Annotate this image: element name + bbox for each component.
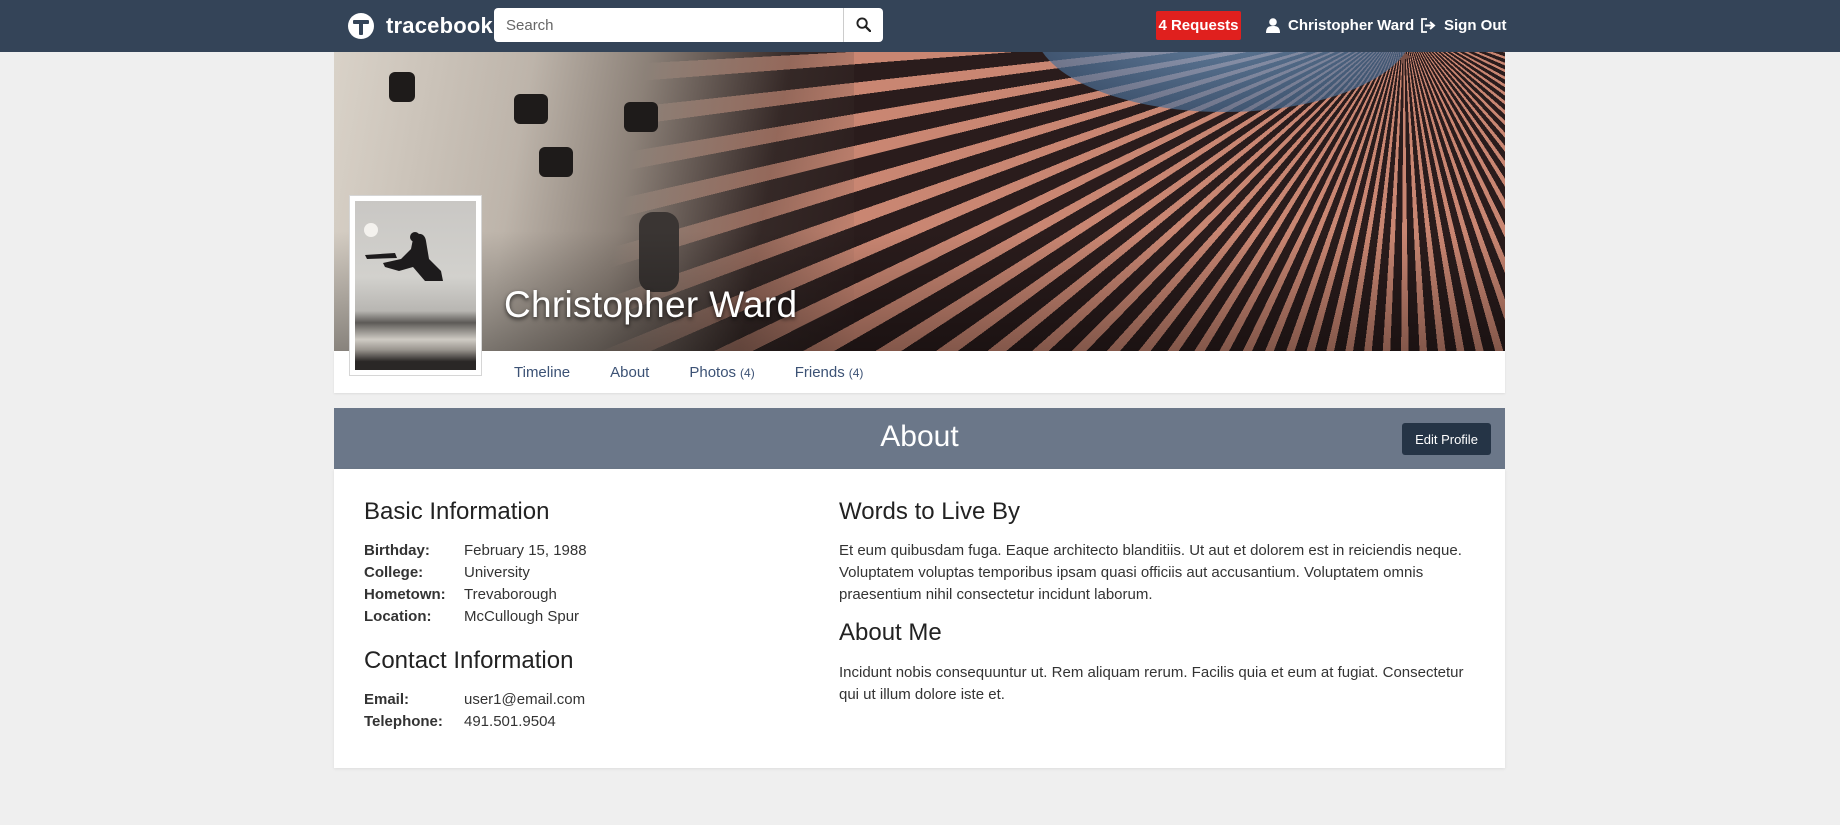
tab-label: Timeline — [514, 363, 571, 381]
brand-name: tracebook — [386, 13, 493, 38]
info-value: Trevaborough — [464, 586, 557, 603]
tab-label: About — [610, 363, 650, 381]
edit-profile-button[interactable]: Edit Profile — [1402, 423, 1491, 455]
search-button[interactable] — [843, 8, 883, 42]
about-me-text: Incidunt nobis consequuntur ut. Rem aliq… — [839, 664, 1464, 703]
info-value: February 15, 1988 — [464, 542, 587, 559]
about-panel-header: About Edit Profile — [334, 408, 1505, 469]
sign-out-label: Sign Out — [1444, 16, 1507, 34]
sign-out-icon — [1421, 17, 1436, 33]
contact-info-heading: Contact Information — [364, 647, 574, 674]
tab-label: Photos — [689, 363, 737, 381]
info-label: College: — [364, 564, 424, 581]
info-value: University — [464, 564, 530, 581]
tab-count: (4) — [848, 365, 864, 380]
sign-out-link[interactable]: Sign Out — [1420, 12, 1507, 38]
words-text: Et eum quibusdam fuga. Eaque architecto … — [839, 542, 1462, 603]
tab-label: Friends — [794, 363, 845, 381]
search-input[interactable] — [494, 8, 843, 42]
current-user-link[interactable]: Christopher Ward — [1266, 12, 1414, 38]
info-label: Location: — [364, 608, 432, 625]
tab-friends[interactable]: Friends (4) — [795, 364, 864, 381]
info-value: 491.501.9504 — [464, 713, 556, 730]
tracebook-logo-icon — [348, 13, 374, 39]
about-panel-body: Basic Information Birthday: February 15,… — [334, 469, 1505, 768]
profile-avatar[interactable] — [349, 195, 482, 376]
info-label: Telephone: — [364, 713, 443, 730]
brand-link[interactable]: tracebook — [348, 10, 493, 42]
search-form — [494, 8, 883, 42]
profile-tabs: Timeline About Photos (4) Friends (4) — [514, 351, 903, 393]
words-heading: Words to Live By — [839, 498, 1020, 525]
about-me-heading: About Me — [839, 619, 942, 646]
info-value: user1@email.com — [464, 691, 586, 708]
top-navbar: tracebook 4 Requests Christopher Ward Si… — [0, 0, 1840, 52]
basic-info-heading: Basic Information — [364, 498, 550, 525]
profile-name: Christopher Ward — [504, 284, 798, 325]
current-user-name: Christopher Ward — [1288, 16, 1415, 34]
friend-requests-badge[interactable]: 4 Requests — [1156, 11, 1241, 40]
about-title: About — [880, 420, 959, 453]
profile-nav-bar — [334, 351, 1505, 393]
tab-timeline[interactable]: Timeline — [514, 364, 570, 381]
tab-about[interactable]: About — [610, 364, 649, 381]
tab-photos[interactable]: Photos (4) — [689, 364, 754, 381]
info-label: Birthday: — [364, 542, 430, 559]
user-icon — [1266, 17, 1280, 33]
info-value: McCullough Spur — [464, 608, 580, 625]
info-label: Hometown: — [364, 586, 446, 603]
search-icon — [856, 17, 871, 32]
info-label: Email: — [364, 691, 410, 708]
tab-count: (4) — [740, 365, 755, 380]
